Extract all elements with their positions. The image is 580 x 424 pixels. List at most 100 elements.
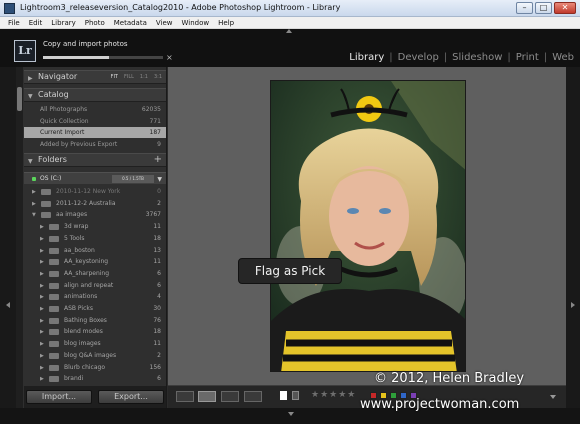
collapse-triangle-icon[interactable]: ▶	[40, 224, 44, 230]
cancel-import-icon[interactable]: ×	[166, 53, 173, 62]
menu-window[interactable]: Window	[178, 17, 215, 28]
collapse-triangle-icon[interactable]: ▶	[40, 365, 44, 371]
folder-row[interactable]: ▶ align and repeat 6	[24, 280, 166, 292]
folder-count: 2	[157, 351, 161, 359]
zoom-option[interactable]: 1:1	[140, 74, 148, 80]
folder-count: 2	[157, 199, 161, 207]
menu-photo[interactable]: Photo	[81, 17, 110, 28]
folder-row[interactable]: ▶ ASB Picks 30	[24, 303, 166, 315]
minimize-button[interactable]: –	[516, 2, 533, 14]
zoom-option[interactable]: FIT	[111, 74, 118, 80]
folder-count: 3767	[145, 211, 161, 219]
grid-view-icon[interactable]	[176, 391, 194, 402]
collapse-triangle-icon[interactable]: ▶	[40, 283, 44, 289]
compare-view-icon[interactable]	[221, 391, 239, 402]
menu-metadata[interactable]: Metadata	[110, 17, 152, 28]
folder-icon	[49, 376, 59, 383]
collapse-triangle-icon[interactable]: ▶	[40, 376, 44, 382]
collapse-triangle-icon[interactable]: ▶	[40, 306, 44, 312]
maximize-button[interactable]: □	[535, 2, 552, 14]
loupe-view-icon[interactable]	[198, 391, 216, 402]
menu-edit[interactable]: Edit	[25, 17, 48, 28]
folder-row[interactable]: ▶ brandi 6	[24, 373, 166, 385]
collapse-triangle-icon[interactable]: ▶	[40, 318, 44, 324]
catalog-item-name: Quick Collection	[40, 117, 89, 125]
module-library[interactable]: Library	[349, 52, 384, 63]
zoom-option[interactable]: 3:1	[154, 74, 162, 80]
website-watermark: www.projectwoman.com	[360, 397, 520, 412]
folder-count: 4	[157, 293, 161, 301]
zoom-option[interactable]: FILL	[124, 74, 134, 80]
folder-row[interactable]: ▶ 2010-11-12 New York 0	[24, 186, 166, 198]
filmstrip-toggle-icon[interactable]	[288, 412, 294, 416]
folder-row[interactable]: ▶ 2011-12-2 Australia 2	[24, 198, 166, 210]
export-button[interactable]: Export...	[98, 390, 164, 404]
expand-triangle-icon: ▼	[28, 158, 33, 165]
folder-row[interactable]: ▶ AA_keystoning 11	[24, 256, 166, 268]
collapse-triangle-icon[interactable]: ▶	[40, 329, 44, 335]
collapse-triangle-icon[interactable]: ▶	[40, 353, 44, 359]
volume-menu-icon[interactable]: ▼	[157, 176, 162, 183]
right-panel-toggle-icon[interactable]	[571, 302, 575, 308]
top-panel-toggle-icon[interactable]	[286, 29, 292, 33]
folder-name: blend modes	[64, 328, 103, 336]
add-folder-icon[interactable]: +	[154, 154, 162, 165]
collapse-triangle-icon[interactable]: ▶	[32, 189, 36, 195]
module-slideshow[interactable]: Slideshow	[452, 52, 502, 63]
collapse-triangle-icon[interactable]: ▶	[40, 248, 44, 254]
left-panel-toggle-icon[interactable]	[6, 302, 10, 308]
catalog-item[interactable]: All Photographs 62035	[24, 104, 166, 115]
folder-name: Blurb chicago	[64, 363, 105, 371]
star-rating[interactable]: ★★★★★	[311, 390, 356, 400]
collapse-triangle-icon[interactable]: ▶	[32, 201, 36, 207]
collapse-triangle-icon[interactable]: ▶	[40, 294, 44, 300]
catalog-header[interactable]: ▼ Catalog	[24, 88, 166, 102]
folder-row[interactable]: ▶ aa_boston 13	[24, 245, 166, 257]
folder-name: brandi	[64, 375, 84, 383]
folder-row[interactable]: ▼ aa images 3767	[24, 209, 166, 221]
folder-row[interactable]: ▶ blog images 11	[24, 338, 166, 350]
toolbar-options-icon[interactable]	[550, 395, 556, 399]
expand-triangle-icon[interactable]: ▼	[32, 212, 36, 218]
folders-header[interactable]: ▼ Folders +	[24, 153, 166, 167]
import-button[interactable]: Import...	[26, 390, 92, 404]
folder-name: animations	[64, 293, 98, 301]
menu-file[interactable]: File	[4, 17, 25, 28]
module-separator: |	[543, 52, 548, 63]
folder-row[interactable]: ▶ 3d wrap 11	[24, 221, 166, 233]
module-develop[interactable]: Develop	[398, 52, 439, 63]
catalog-item-name: Added by Previous Export	[40, 140, 118, 148]
scroll-thumb[interactable]	[17, 87, 22, 111]
catalog-item[interactable]: Quick Collection 771	[24, 116, 166, 127]
collapse-triangle-icon[interactable]: ▶	[40, 271, 44, 277]
collapse-triangle-icon[interactable]: ▶	[40, 236, 44, 242]
menu-help[interactable]: Help	[214, 17, 239, 28]
folder-name: Bathing Boxes	[64, 316, 107, 324]
collapse-triangle-icon[interactable]: ▶	[40, 259, 44, 265]
folder-name: AA_keystoning	[64, 258, 109, 266]
collapse-triangle-icon[interactable]: ▶	[40, 341, 44, 347]
module-print[interactable]: Print	[516, 52, 539, 63]
folder-row[interactable]: ▶ 5 Tools 18	[24, 233, 166, 245]
menu-bar: File Edit Library Photo Metadata View Window He…	[0, 17, 580, 29]
folder-row[interactable]: ▶ animations 4	[24, 291, 166, 303]
catalog-item[interactable]: Added by Previous Export 9	[24, 139, 166, 150]
catalog-item[interactable]: Current Import 187	[24, 127, 166, 138]
folder-row[interactable]: ▶ blend modes 18	[24, 326, 166, 338]
folder-row[interactable]: ▶ Bathing Boxes 76	[24, 315, 166, 327]
close-button[interactable]: ✕	[554, 2, 576, 14]
survey-view-icon[interactable]	[244, 391, 262, 402]
volume-row[interactable]: OS (C:) 0.5 / 1.5TB ▼	[24, 172, 166, 184]
folder-row[interactable]: ▶ blog Q&A images 2	[24, 350, 166, 362]
left-panel-scrollbar[interactable]	[16, 67, 23, 408]
photo[interactable]	[270, 80, 466, 372]
module-web[interactable]: Web	[552, 52, 574, 63]
folder-icon	[49, 282, 59, 289]
menu-view[interactable]: View	[152, 17, 178, 28]
reject-flag-icon[interactable]	[292, 391, 299, 400]
folder-row[interactable]: ▶ AA_sharpening 6	[24, 268, 166, 280]
pick-flag-icon[interactable]	[280, 391, 287, 400]
navigator-header[interactable]: ▶ Navigator FIT FILL 1:1 3:1	[24, 70, 166, 84]
folder-row[interactable]: ▶ Blurb chicago 156	[24, 362, 166, 374]
menu-library[interactable]: Library	[47, 17, 80, 28]
